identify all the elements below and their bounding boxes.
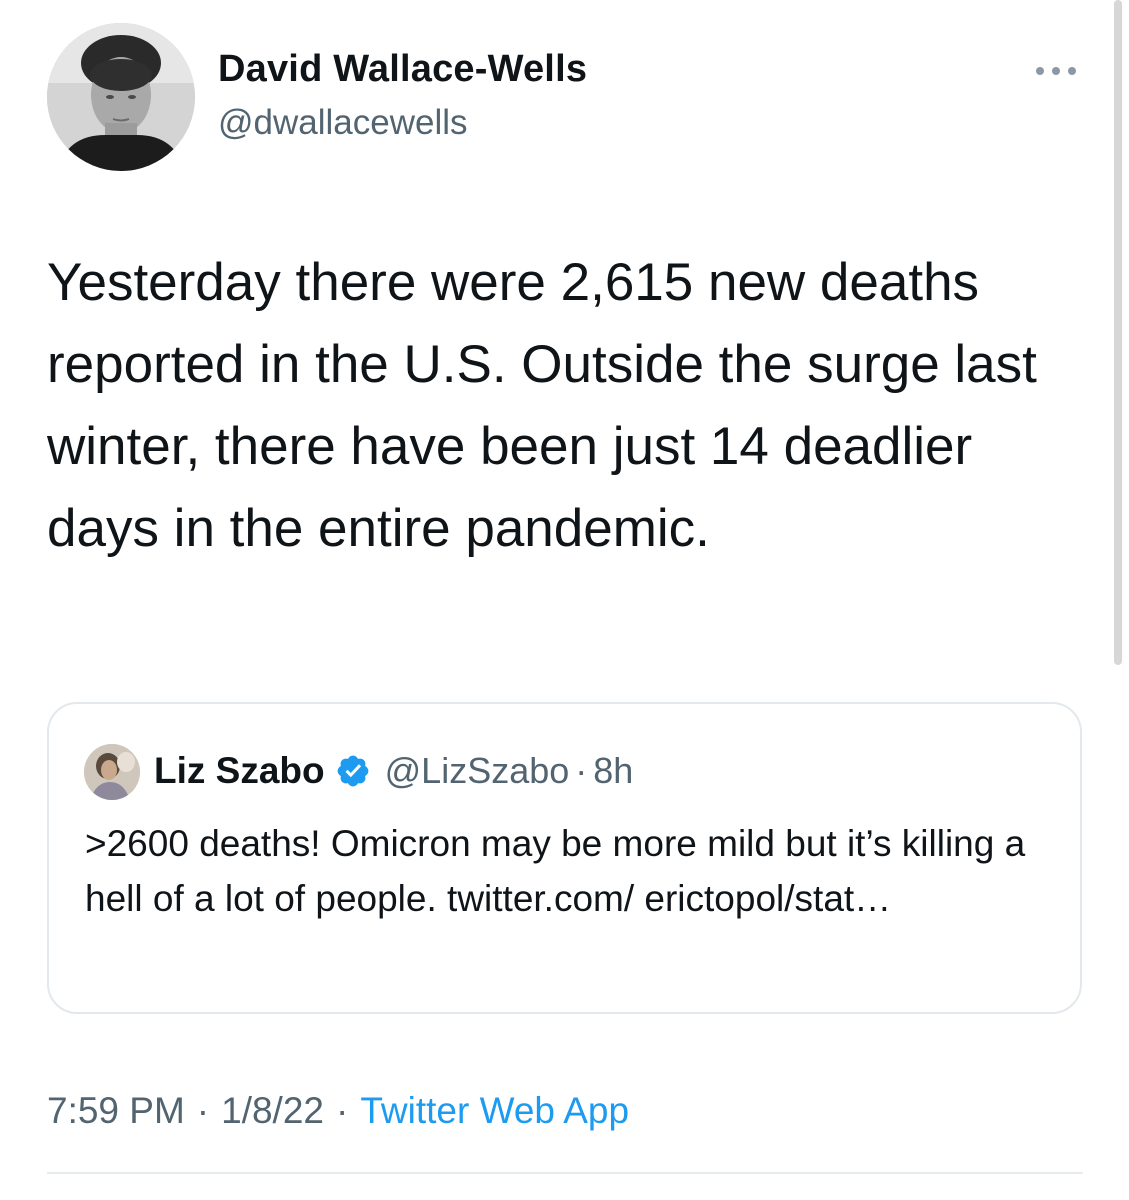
quoted-tweet-text: >2600 deaths! Omicron may be more mild b…: [85, 823, 1026, 919]
meta-separator-2: ·: [336, 1090, 349, 1131]
author-avatar[interactable]: [47, 23, 195, 171]
quoted-author-avatar-image: [84, 744, 140, 800]
quoted-author-handle[interactable]: @LizSzabo: [385, 750, 570, 792]
more-options-button[interactable]: [1030, 56, 1082, 86]
scrollbar-thumb[interactable]: [1114, 0, 1122, 665]
divider: [47, 1172, 1083, 1174]
author-avatar-image: [47, 23, 195, 171]
tweet-date[interactable]: 1/8/22: [221, 1090, 324, 1132]
meta-separator: ·: [196, 1090, 210, 1131]
quoted-author-avatar[interactable]: [84, 744, 140, 800]
tweet-time[interactable]: 7:59 PM: [47, 1090, 185, 1132]
tweet-source-link[interactable]: Twitter Web App: [360, 1090, 629, 1132]
tweet-metadata: 7:59 PM · 1/8/22 · Twitter Web App: [47, 1085, 629, 1137]
quoted-separator: ·: [575, 750, 588, 791]
more-horizontal-icon: [1036, 67, 1076, 75]
quoted-timestamp[interactable]: 8h: [593, 750, 633, 792]
author-display-name[interactable]: David Wallace-Wells: [218, 48, 587, 91]
tweet-text: Yesterday there were 2,615 new deaths re…: [47, 253, 1037, 558]
verified-badge-icon: [335, 753, 371, 789]
quoted-tweet-header: Liz Szabo @LizSzabo · 8h: [154, 749, 633, 793]
quoted-tweet-card[interactable]: Liz Szabo @LizSzabo · 8h >2600 deaths! O…: [47, 702, 1082, 1014]
author-handle[interactable]: @dwallacewells: [218, 103, 468, 143]
quoted-author-name[interactable]: Liz Szabo: [154, 750, 325, 792]
